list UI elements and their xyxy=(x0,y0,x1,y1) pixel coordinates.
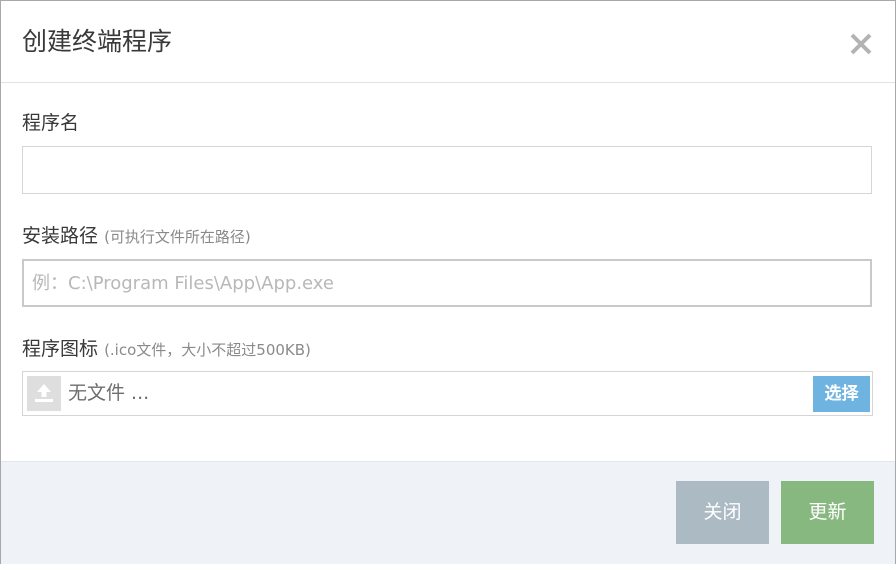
update-button[interactable]: 更新 xyxy=(781,481,874,544)
create-terminal-program-dialog: 创建终端程序 程序名 安装路径 (可执行文件所在路径) 程序图标 (.ico文件… xyxy=(0,0,896,564)
install-path-label: 安装路径 (可执行文件所在路径) xyxy=(22,223,251,250)
dialog-title: 创建终端程序 xyxy=(22,27,173,56)
program-name-label-text: 程序名 xyxy=(22,112,80,134)
install-path-hint: (可执行文件所在路径) xyxy=(104,228,251,246)
install-path-input[interactable] xyxy=(22,259,872,307)
dialog-footer: 关闭 更新 xyxy=(1,461,895,564)
program-name-input[interactable] xyxy=(22,146,872,194)
close-icon[interactable] xyxy=(844,27,878,61)
file-name-text: 无文件 ... xyxy=(68,382,150,404)
close-button[interactable]: 关闭 xyxy=(676,481,769,544)
select-file-button[interactable]: 选择 xyxy=(813,376,870,412)
icon-file-input[interactable]: 无文件 ... 选择 xyxy=(22,371,873,416)
dialog-header: 创建终端程序 xyxy=(1,1,895,83)
program-name-label: 程序名 xyxy=(22,110,79,136)
install-path-label-text: 安装路径 xyxy=(22,225,99,247)
upload-icon xyxy=(27,376,61,411)
program-icon-label-text: 程序图标 xyxy=(22,338,99,360)
program-icon-hint: (.ico文件，大小不超过500KB) xyxy=(104,341,311,359)
program-icon-label: 程序图标 (.ico文件，大小不超过500KB) xyxy=(22,336,311,363)
